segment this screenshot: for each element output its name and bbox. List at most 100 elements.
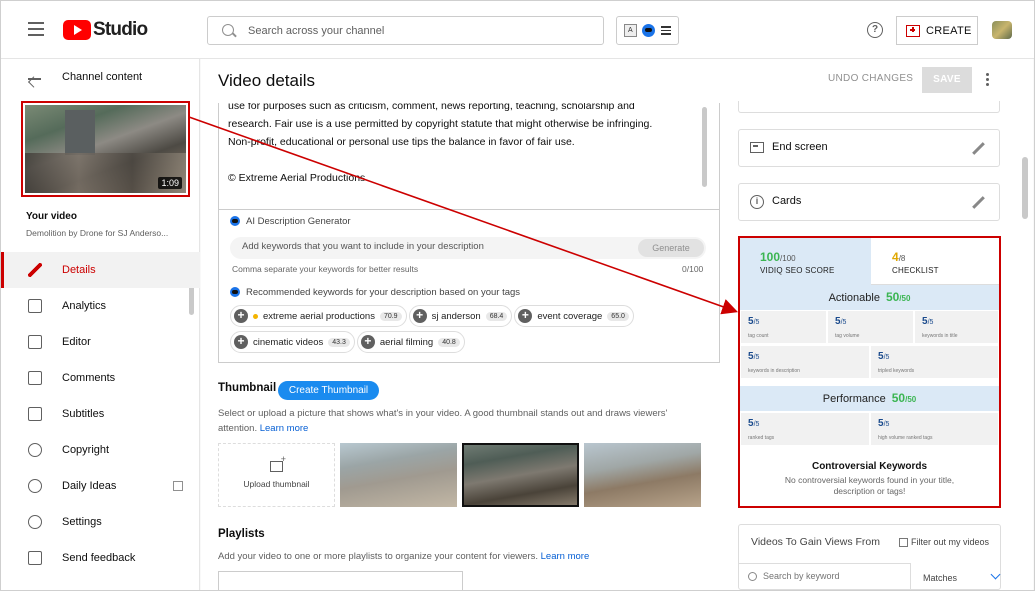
save-button[interactable]: SAVE [922, 67, 972, 93]
seo-score-max: /100 [780, 254, 796, 263]
menu-icon[interactable] [28, 22, 44, 36]
extension-menu-icon[interactable] [661, 24, 672, 37]
edit-end-screen-icon[interactable] [972, 142, 985, 155]
search-box[interactable] [207, 16, 604, 45]
checklist-score-max: /8 [898, 254, 906, 263]
metric-label: ranked tags [748, 435, 775, 441]
editor-icon [28, 335, 42, 349]
search-icon [222, 24, 234, 36]
metric-cell: 5/5 keywords in description [740, 345, 870, 379]
seo-score: 100/100 [760, 250, 796, 264]
keyword-chip[interactable]: + sj anderson 68.4 [408, 305, 513, 327]
sidebar-item-subtitles[interactable]: Subtitles [1, 396, 200, 432]
sidebar-item-label: Copyright [62, 444, 110, 456]
performance-score-max: /50 [905, 395, 917, 404]
generate-button[interactable]: Generate [638, 239, 704, 257]
chevron-down-icon[interactable] [990, 569, 1001, 580]
ai-keywords-input[interactable] [242, 241, 622, 252]
create-thumbnail-button[interactable]: Create Thumbnail [278, 381, 379, 400]
keyword-chips: + extreme aerial productions 70.9 + sj a… [230, 305, 700, 357]
metric-cell: 5/5 ranked tags [740, 412, 870, 446]
external-link-icon[interactable] [173, 481, 183, 491]
search-input[interactable] [248, 23, 588, 39]
filter-my-videos-checkbox[interactable]: Filter out my videos [899, 537, 989, 547]
keyword-text: event coverage [537, 310, 603, 322]
add-photo-icon [270, 454, 286, 472]
metric-cell: 5/5 tag volume [827, 310, 914, 344]
your-video-label: Your video [26, 211, 77, 222]
vidiq-icon [230, 216, 240, 227]
ai-keywords-input-box[interactable]: Generate [230, 237, 706, 259]
help-icon[interactable]: ? [867, 22, 883, 38]
sidebar-item-comments[interactable]: Comments [1, 360, 200, 396]
avatar[interactable] [992, 21, 1012, 39]
tab-vidiq-seo-score[interactable]: 100/100 VIDIQ SEO SCORE [740, 238, 871, 285]
ai-char-count: 0/100 [682, 264, 704, 274]
undo-changes-button[interactable]: UNDO CHANGES [828, 73, 913, 84]
vidiq-icon[interactable] [642, 24, 656, 37]
more-options-icon[interactable] [986, 73, 990, 87]
metric-label: high volume ranked tags [878, 435, 933, 441]
thumbnail-option-3[interactable] [584, 443, 701, 507]
keyword-chip[interactable]: + cinematic videos 43.3 [230, 331, 355, 353]
create-button[interactable]: CREATE [896, 16, 978, 45]
thumbnail-description: Select or upload a picture that shows wh… [218, 406, 668, 436]
thumbnail-option-1[interactable] [340, 443, 457, 507]
sidebar-item-analytics[interactable]: Analytics [1, 288, 200, 324]
sidebar-item-label: Editor [62, 336, 91, 348]
vidiq-tabs: 100/100 VIDIQ SEO SCORE 4/8 CHECKLIST [740, 238, 999, 285]
edit-cards-icon[interactable] [972, 196, 985, 209]
sidebar-item-send-feedback[interactable]: Send feedback [1, 540, 200, 576]
left-sidebar: Channel content 1:09 Your video Demoliti… [1, 59, 200, 590]
ai-hint: Comma separate your keywords for better … [232, 264, 419, 274]
thumbnail-learn-more-link[interactable]: Learn more [260, 423, 309, 434]
metric-value: 5/5 [748, 418, 759, 429]
description-line: use for purposes such as criticism, comm… [228, 103, 635, 112]
vidiq-seo-panel: 100/100 VIDIQ SEO SCORE 4/8 CHECKLIST Ac… [738, 236, 1001, 508]
sidebar-item-details[interactable]: Details [1, 252, 200, 288]
sidebar-item-daily-ideas[interactable]: Daily Ideas [1, 468, 200, 504]
description-field[interactable]: use for purposes such as criticism, comm… [218, 103, 720, 210]
videos-gain-title: Videos To Gain Views From [751, 536, 880, 548]
video-thumbnail[interactable]: 1:09 [25, 105, 186, 193]
matches-dropdown[interactable]: Matches [923, 573, 957, 583]
playlist-select[interactable] [218, 571, 463, 590]
checkbox-icon[interactable] [899, 537, 908, 547]
end-screen-card[interactable]: End screen [738, 129, 1000, 167]
video-thumbnail-highlight[interactable]: 1:09 [21, 101, 190, 197]
info-icon: i [750, 195, 764, 209]
tab-checklist[interactable]: 4/8 CHECKLIST [871, 238, 999, 285]
cards-card[interactable]: i Cards [738, 183, 1000, 221]
subtitles-icon [28, 407, 42, 421]
page-scrollbar[interactable] [1022, 157, 1028, 219]
youtube-studio-logo[interactable]: Studio [63, 19, 148, 41]
metric-label: tag volume [835, 333, 860, 339]
actionable-score: 50/50 [886, 290, 910, 304]
metric-value: 5/5 [922, 316, 933, 327]
duration-badge: 1:09 [158, 177, 182, 189]
description-scrollbar[interactable] [702, 107, 707, 187]
keyword-chip[interactable]: + extreme aerial productions 70.9 [230, 305, 407, 327]
playlists-learn-more-link[interactable]: Learn more [541, 551, 590, 562]
keyword-search-input[interactable] [763, 571, 893, 581]
upload-thumbnail-button[interactable]: Upload thumbnail [218, 443, 335, 507]
description-text[interactable]: use for purposes such as criticism, comm… [228, 103, 698, 187]
metric-value: 5/5 [878, 351, 889, 362]
metric-max: /5 [840, 319, 847, 326]
back-label: Channel content [62, 71, 143, 83]
thumbnail-section-title: Thumbnail [218, 382, 277, 394]
checklist-label: CHECKLIST [892, 266, 939, 275]
sidebar-item-editor[interactable]: Editor [1, 324, 200, 360]
actionable-label: Actionable [828, 292, 880, 304]
thumbnail-option-2-selected[interactable] [462, 443, 579, 507]
extension-a-icon[interactable]: A [623, 24, 637, 37]
search-icon [748, 572, 757, 581]
sidebar-item-settings[interactable]: Settings [1, 504, 200, 540]
sidebar-item-copyright[interactable]: Copyright [1, 432, 200, 468]
back-to-channel-content[interactable]: Channel content [1, 67, 200, 91]
keyword-chip[interactable]: + event coverage 65.0 [514, 305, 634, 327]
videos-gain-search[interactable] [739, 563, 911, 590]
keyword-chip[interactable]: + aerial filming 40.8 [356, 331, 465, 353]
sidebar-item-label: Details [62, 264, 96, 276]
sidebar-item-label: Comments [62, 372, 116, 384]
